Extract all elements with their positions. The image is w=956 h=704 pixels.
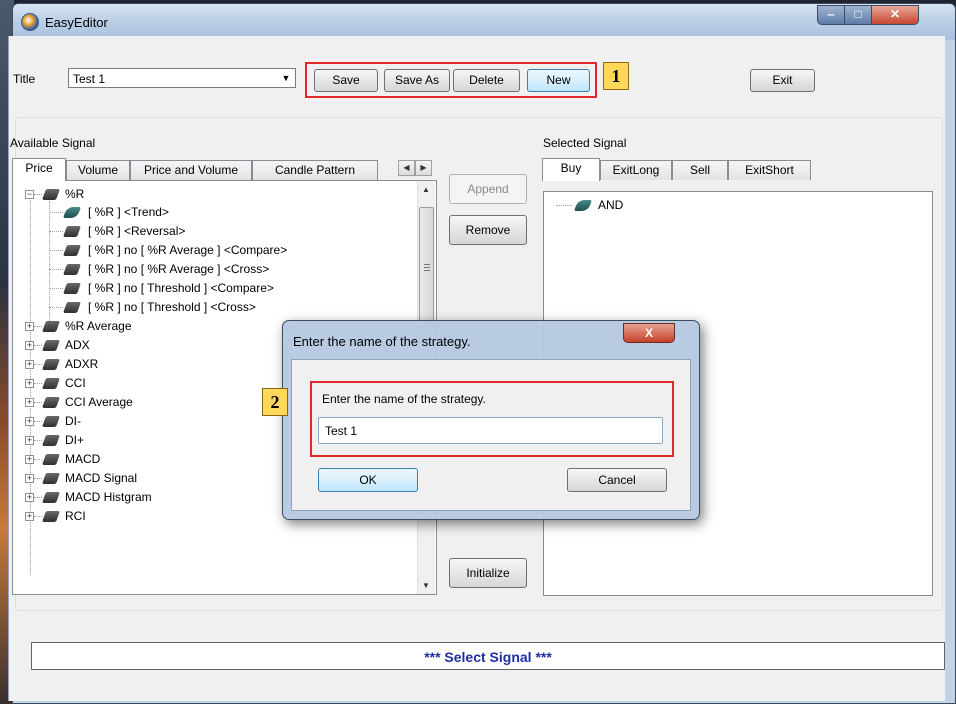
book-icon bbox=[41, 378, 61, 389]
expand-icon[interactable]: + bbox=[25, 455, 34, 464]
minimize-button[interactable]: ‒ bbox=[817, 5, 845, 25]
tab-scroll-left-icon[interactable]: ◀ bbox=[398, 160, 415, 176]
expand-icon[interactable]: + bbox=[25, 474, 34, 483]
annotation-badge-2: 2 bbox=[262, 388, 288, 416]
exit-button[interactable]: Exit bbox=[750, 69, 815, 92]
window-title: EasyEditor bbox=[45, 15, 108, 30]
expand-icon[interactable]: + bbox=[25, 417, 34, 426]
maximize-button[interactable]: □ bbox=[844, 5, 872, 25]
book-icon bbox=[62, 283, 82, 294]
initialize-button[interactable]: Initialize bbox=[449, 558, 527, 588]
expand-icon[interactable]: + bbox=[25, 341, 34, 350]
book-icon bbox=[41, 321, 61, 332]
open-book-icon bbox=[573, 200, 593, 211]
open-book-icon bbox=[62, 207, 82, 218]
book-icon bbox=[41, 416, 61, 427]
tab-scroll-right-icon[interactable]: ▶ bbox=[415, 160, 432, 176]
title-combobox[interactable]: Test 1 ▼ bbox=[68, 68, 296, 88]
strategy-name-input[interactable]: Test 1 bbox=[318, 417, 663, 444]
chevron-down-icon[interactable]: ▼ bbox=[279, 71, 293, 85]
scroll-up-icon[interactable]: ▲ bbox=[422, 185, 430, 194]
ok-button[interactable]: OK bbox=[318, 468, 418, 492]
expand-icon[interactable]: + bbox=[25, 512, 34, 521]
book-icon bbox=[41, 473, 61, 484]
expand-icon[interactable]: + bbox=[25, 398, 34, 407]
expand-icon[interactable]: + bbox=[25, 360, 34, 369]
annotation-badge-1: 1 bbox=[603, 62, 629, 90]
cancel-button[interactable]: Cancel bbox=[567, 468, 667, 492]
tab-buy[interactable]: Buy bbox=[542, 158, 600, 181]
book-icon bbox=[62, 226, 82, 237]
selected-signal-label: Selected Signal bbox=[543, 136, 627, 150]
dialog-body: Enter the name of the strategy. Test 1 O… bbox=[291, 359, 691, 511]
title-bar[interactable]: EasyEditor ‒ □ ✕ bbox=[13, 4, 955, 40]
dialog-prompt: Enter the name of the strategy. bbox=[322, 392, 486, 406]
book-icon bbox=[41, 340, 61, 351]
close-icon: X bbox=[644, 326, 653, 340]
expand-icon[interactable]: + bbox=[25, 379, 34, 388]
book-icon bbox=[62, 264, 82, 275]
close-button[interactable]: ✕ bbox=[871, 5, 919, 25]
save-as-button[interactable]: Save As bbox=[384, 69, 450, 92]
tab-volume[interactable]: Volume bbox=[66, 160, 130, 180]
tab-sell[interactable]: Sell bbox=[672, 160, 728, 180]
book-icon bbox=[62, 245, 82, 256]
save-button[interactable]: Save bbox=[314, 69, 378, 92]
book-icon bbox=[41, 492, 61, 503]
book-icon bbox=[41, 454, 61, 465]
dialog-close-button[interactable]: X bbox=[623, 323, 675, 343]
remove-button[interactable]: Remove bbox=[449, 215, 527, 245]
available-tabs: Price Volume Price and Volume Candle Pat… bbox=[12, 158, 432, 181]
status-bar: *** Select Signal *** bbox=[31, 642, 945, 670]
tab-candle-pattern[interactable]: Candle Pattern bbox=[252, 160, 378, 180]
delete-button[interactable]: Delete bbox=[453, 69, 520, 92]
new-button[interactable]: New bbox=[527, 69, 590, 92]
book-icon bbox=[41, 397, 61, 408]
strategy-name-dialog: Enter the name of the strategy. X Enter … bbox=[282, 320, 700, 520]
tab-scroll-arrows: ◀ ▶ bbox=[398, 160, 434, 176]
app-icon bbox=[21, 13, 39, 31]
expand-icon[interactable]: + bbox=[25, 322, 34, 331]
selected-tabs: Buy ExitLong Sell ExitShort bbox=[542, 158, 932, 181]
collapse-icon[interactable]: − bbox=[25, 190, 34, 199]
append-button[interactable]: Append bbox=[449, 174, 527, 204]
expand-icon[interactable]: + bbox=[25, 436, 34, 445]
tab-price[interactable]: Price bbox=[12, 158, 66, 181]
book-icon bbox=[41, 511, 61, 522]
title-label: Title bbox=[13, 72, 36, 86]
strategy-name-value: Test 1 bbox=[325, 424, 358, 438]
title-combobox-value: Test 1 bbox=[73, 72, 106, 86]
book-icon bbox=[41, 359, 61, 370]
scrollbar-thumb[interactable] bbox=[419, 207, 434, 327]
dialog-title: Enter the name of the strategy. bbox=[293, 334, 471, 349]
tab-exitshort[interactable]: ExitShort bbox=[728, 160, 811, 180]
tab-exitlong[interactable]: ExitLong bbox=[600, 160, 672, 180]
tab-price-and-volume[interactable]: Price and Volume bbox=[130, 160, 252, 180]
book-icon bbox=[41, 435, 61, 446]
book-icon bbox=[62, 302, 82, 313]
available-signal-label: Available Signal bbox=[10, 136, 96, 150]
scroll-down-icon[interactable]: ▼ bbox=[422, 581, 430, 590]
expand-icon[interactable]: + bbox=[25, 493, 34, 502]
status-text: *** Select Signal *** bbox=[424, 649, 552, 665]
book-icon bbox=[41, 189, 61, 200]
